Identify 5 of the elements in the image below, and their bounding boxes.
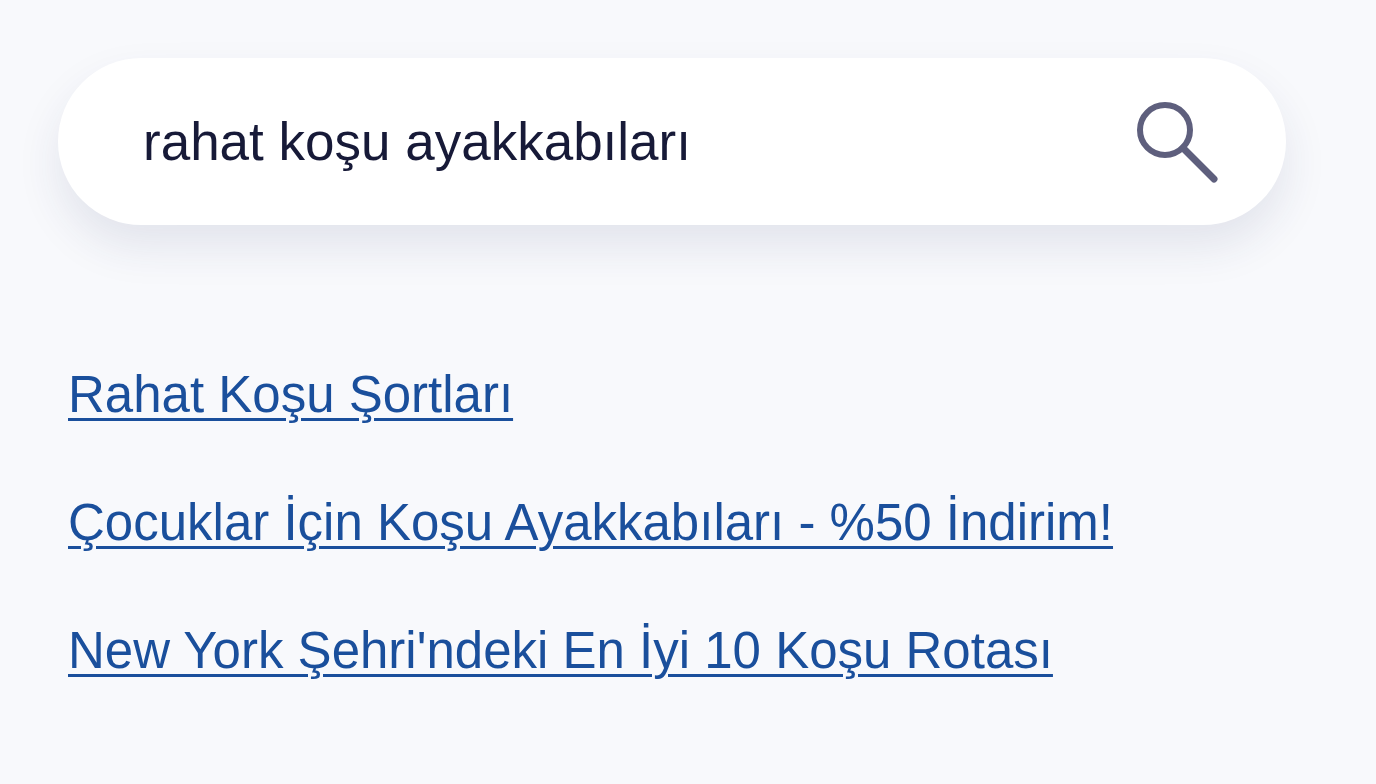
suggestion-link[interactable]: Rahat Koşu Şortları (68, 365, 514, 425)
suggestion-link[interactable]: New York Şehri'ndeki En İyi 10 Koşu Rotası (68, 621, 1053, 681)
search-field[interactable]: rahat koşu ayakkabıları (58, 58, 1286, 225)
search-input[interactable]: rahat koşu ayakkabıları (143, 101, 1134, 182)
suggestion-link[interactable]: Çocuklar İçin Koşu Ayakkabıları - %50 İndirim! (68, 493, 1113, 553)
